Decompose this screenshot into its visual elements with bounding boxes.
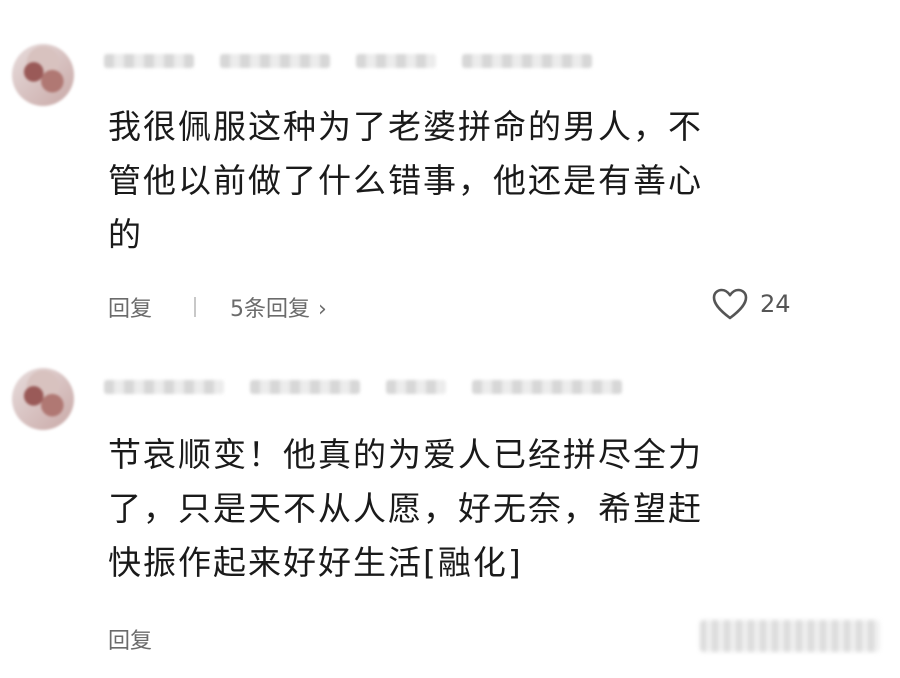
heart-icon (712, 288, 748, 320)
comment-line: 了，只是天不从人愿，好无奈，希望赶 (108, 489, 703, 528)
comment-item: 节哀顺变！他真的为爱人已经拼尽全力 了，只是天不从人愿，好无奈，希望赶 快振作起… (0, 340, 900, 678)
reply-button[interactable]: 回复 (108, 623, 152, 655)
blurred-text (104, 380, 224, 394)
comment-actions: 回复 5条回复 › (108, 292, 327, 322)
comment-line: 的 (108, 215, 143, 254)
blurred-text (104, 54, 194, 68)
comment-line: 我很佩服这种为了老婆拼命的男人，不 (108, 107, 703, 146)
chevron-right-icon: › (318, 297, 327, 322)
like-count: 24 (760, 290, 791, 318)
replies-count-label: 5条回复 (230, 297, 311, 322)
comment-line: 管他以前做了什么错事，他还是有善心 (108, 161, 703, 200)
watermark-blurred (700, 620, 880, 652)
blurred-text (250, 380, 360, 394)
view-replies-link[interactable]: 5条回复 › (230, 291, 327, 323)
comment-line: 快振作起来好好生活[融化] (108, 543, 523, 582)
blurred-text (472, 380, 622, 394)
comment-text: 我很佩服这种为了老婆拼命的男人，不 管他以前做了什么错事，他还是有善心 的 (108, 100, 788, 262)
comment-actions: 回复 (108, 624, 152, 654)
like-button[interactable]: 24 (712, 288, 791, 320)
blurred-text (356, 54, 436, 68)
comment-line: 节哀顺变！他真的为爱人已经拼尽全力 (108, 435, 703, 474)
blurred-text (386, 380, 446, 394)
comment-text: 节哀顺变！他真的为爱人已经拼尽全力 了，只是天不从人愿，好无奈，希望赶 快振作起… (108, 428, 788, 590)
divider (194, 297, 197, 317)
avatar[interactable] (12, 44, 74, 106)
blurred-text (220, 54, 330, 68)
reply-button[interactable]: 回复 (108, 291, 152, 323)
blurred-text (462, 54, 592, 68)
username-blurred[interactable] (104, 52, 592, 70)
avatar[interactable] (12, 368, 74, 430)
comment-item: 我很佩服这种为了老婆拼命的男人，不 管他以前做了什么错事，他还是有善心 的 回复… (0, 0, 900, 340)
username-blurred[interactable] (104, 378, 622, 396)
